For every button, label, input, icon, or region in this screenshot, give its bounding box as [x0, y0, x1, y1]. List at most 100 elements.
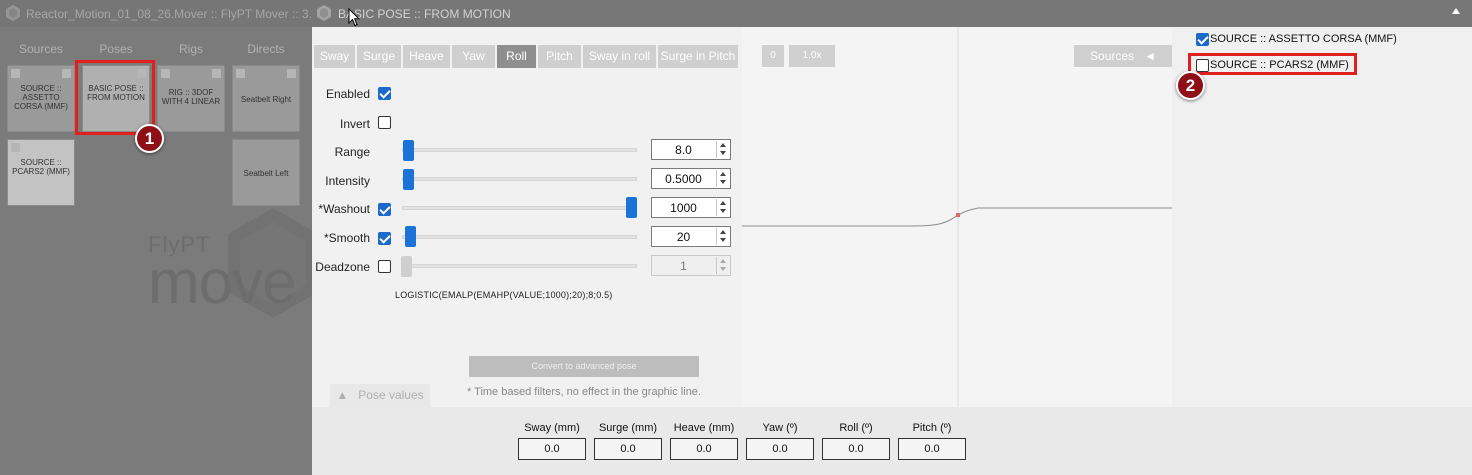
zoom-level-button[interactable]: 1.0x — [789, 45, 835, 67]
pose-value-box: 0.0 — [518, 438, 586, 460]
source-checkbox[interactable] — [1196, 33, 1209, 46]
sources-toggle-button[interactable]: Sources ◄ — [1074, 45, 1172, 67]
deadzone-slider-thumb — [401, 256, 412, 277]
washout-slider-track[interactable] — [402, 206, 637, 210]
formula-text: LOGISTIC(EMALP(EMAHP(VALUE;1000);20);8;0… — [395, 290, 613, 300]
pose-value-box: 0.0 — [746, 438, 814, 460]
smooth-slider-track[interactable] — [402, 235, 637, 239]
tab-heave[interactable]: Heave — [403, 45, 450, 68]
zoom-reset-button[interactable]: 0 — [762, 45, 784, 67]
card-source-pcars2[interactable]: SOURCE :: PCARS2 (MMF) — [7, 139, 75, 206]
card-label: Seatbelt Left — [243, 169, 289, 178]
washout-input[interactable]: 1000 — [651, 197, 731, 218]
pose-value-heave: Heave (mm) 0.0 — [670, 422, 738, 460]
washout-checkbox[interactable] — [378, 203, 391, 216]
caret-up-icon: ▲ — [336, 388, 349, 402]
callout-highlight-1 — [75, 60, 155, 135]
pose-value-box: 0.0 — [898, 438, 966, 460]
card-label: RIG :: 3DOF WITH 4 LINEAR — [161, 88, 221, 106]
pose-value-box: 0.0 — [822, 438, 890, 460]
logo-big-text: move — [148, 248, 297, 317]
convert-to-advanced-pose-button[interactable]: Convert to advanced pose — [469, 356, 699, 377]
flypt-logo-icon — [6, 5, 20, 24]
main-window-background: Reactor_Motion_01_08_26.Mover :: FlyPT M… — [0, 0, 329, 475]
callout-highlight-2 — [1188, 53, 1357, 75]
card-source-assetto-corsa[interactable]: SOURCE :: ASSETTO CORSA (MMF) — [7, 65, 75, 132]
column-label-rigs[interactable]: Rigs — [156, 42, 226, 56]
dialog-titlebar: BASIC POSE :: FROM MOTION — [312, 0, 1472, 27]
caret-left-icon: ◄ — [1144, 49, 1156, 63]
callout-badge-2: 2 — [1176, 71, 1205, 100]
invert-label: Invert — [339, 117, 370, 131]
pose-value-roll: Roll (º) 0.0 — [822, 422, 890, 460]
enabled-label: Enabled — [325, 87, 370, 101]
pose-values-label: Pose values — [358, 388, 424, 402]
response-graph[interactable]: 0 1.0x Sources ◄ — [742, 27, 1172, 407]
sources-panel: SOURCE :: ASSETTO CORSA (MMF) SOURCE :: … — [1172, 27, 1472, 407]
range-input[interactable]: 8.0 — [651, 139, 731, 160]
pose-value-surge: Surge (mm) 0.0 — [594, 422, 662, 460]
tab-surge[interactable]: Surge — [357, 45, 401, 68]
spin-buttons-icon[interactable] — [716, 141, 729, 158]
invert-checkbox[interactable] — [378, 116, 391, 129]
spin-buttons-icon[interactable] — [716, 228, 729, 245]
card-label: SOURCE :: ASSETTO CORSA (MMF) — [14, 84, 68, 111]
pose-value-yaw: Yaw (º) 0.0 — [746, 422, 814, 460]
card-rig-3dof[interactable]: RIG :: 3DOF WITH 4 LINEAR — [157, 65, 225, 132]
tab-surge-in-pitch[interactable]: Surge in Pitch — [658, 45, 738, 68]
dialog-title: BASIC POSE :: FROM MOTION — [338, 7, 511, 21]
time-based-filters-note: * Time based filters, no effect in the g… — [467, 386, 701, 398]
intensity-slider-thumb[interactable] — [403, 169, 414, 190]
pose-value-sway: Sway (mm) 0.0 — [518, 422, 586, 460]
basic-pose-dialog: BASIC POSE :: FROM MOTION Sway Surge Hea… — [312, 0, 1472, 475]
response-curve — [742, 27, 1172, 407]
main-window-titlebar: Reactor_Motion_01_08_26.Mover :: FlyPT M… — [0, 0, 329, 27]
intensity-slider-track[interactable] — [402, 177, 637, 181]
mouse-cursor-icon — [348, 7, 361, 30]
deadzone-slider-track — [402, 264, 637, 268]
deadzone-label: Deadzone — [315, 260, 370, 274]
pose-settings-panel: Sway Surge Heave Yaw Roll Pitch Sway in … — [312, 27, 742, 407]
spin-buttons-icon[interactable] — [716, 170, 729, 187]
card-label: Seatbelt Right — [240, 95, 292, 104]
intensity-input[interactable]: 0.5000 — [651, 168, 731, 189]
spin-buttons-icon[interactable] — [716, 199, 729, 216]
column-label-directs[interactable]: Directs — [231, 42, 301, 56]
enabled-checkbox[interactable] — [378, 87, 391, 100]
smooth-slider-thumb[interactable] — [405, 226, 416, 247]
card-seatbelt-right[interactable]: Seatbelt Right — [232, 65, 300, 132]
tab-sway-in-roll[interactable]: Sway in roll — [583, 45, 656, 68]
pose-value-box: 0.0 — [670, 438, 738, 460]
tab-sway[interactable]: Sway — [314, 45, 355, 68]
deadzone-input: 1 — [651, 255, 731, 276]
washout-slider-thumb[interactable] — [626, 197, 637, 218]
column-label-sources[interactable]: Sources — [6, 42, 76, 56]
range-slider-thumb[interactable] — [403, 140, 414, 161]
sources-button-label: Sources — [1090, 49, 1135, 63]
washout-label: *Washout — [318, 202, 370, 216]
callout-badge-1: 1 — [135, 124, 164, 153]
deadzone-checkbox[interactable] — [378, 260, 391, 273]
pose-value-box: 0.0 — [594, 438, 662, 460]
intensity-label: Intensity — [325, 174, 370, 188]
range-label: Range — [334, 145, 370, 159]
range-slider-track[interactable] — [402, 148, 637, 152]
tab-pitch[interactable]: Pitch — [538, 45, 581, 68]
column-label-poses[interactable]: Poses — [81, 42, 151, 56]
smooth-label: *Smooth — [323, 231, 370, 245]
main-window-title: Reactor_Motion_01_08_26.Mover :: FlyPT M… — [26, 7, 329, 21]
tab-roll[interactable]: Roll — [497, 45, 536, 68]
spin-buttons-icon — [716, 257, 729, 274]
collapse-arrow-icon[interactable] — [1452, 8, 1460, 14]
flypt-mover-logo: FlyPT move — [148, 232, 297, 317]
card-seatbelt-left[interactable]: Seatbelt Left — [232, 139, 300, 206]
pose-values-bar: Sway (mm) 0.0 Surge (mm) 0.0 Heave (mm) … — [312, 407, 1472, 475]
flypt-logo-icon — [317, 5, 331, 24]
pose-values-toggle[interactable]: ▲ Pose values — [330, 384, 430, 407]
smooth-checkbox[interactable] — [378, 232, 391, 245]
tab-yaw[interactable]: Yaw — [452, 45, 495, 68]
pose-value-pitch: Pitch (º) 0.0 — [898, 422, 966, 460]
smooth-input[interactable]: 20 — [651, 226, 731, 247]
card-label: SOURCE :: PCARS2 (MMF) — [12, 158, 70, 176]
source-label: SOURCE :: ASSETTO CORSA (MMF) — [1210, 33, 1397, 45]
